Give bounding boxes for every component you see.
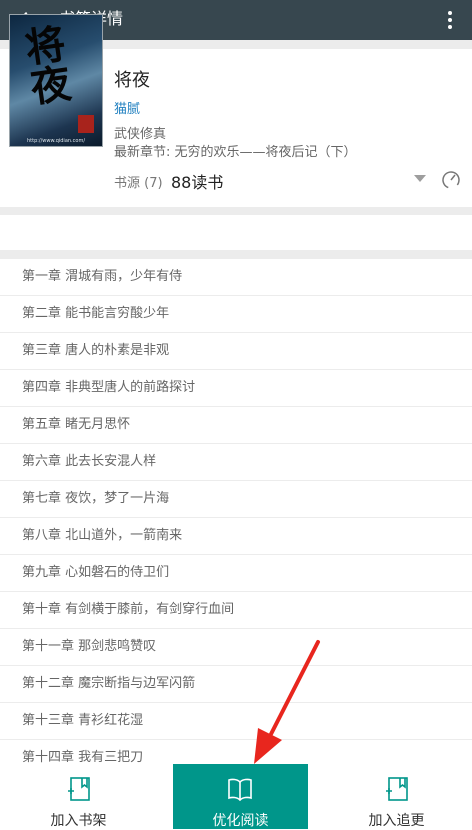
add-to-shelf-button[interactable]: 加入书架 (0, 768, 157, 829)
speed-test-icon[interactable] (441, 169, 461, 189)
bottom-action-bar: 加入书架 优化阅读 加入追更 (0, 764, 472, 829)
chapter-item[interactable]: 第六章 此去长安混人样 (0, 444, 472, 481)
book-cover[interactable]: 将夜 http://www.qidian.com/ (9, 14, 103, 147)
chapter-item[interactable]: 第八章 北山道外，一箭南来 (0, 518, 472, 555)
latest-chapter: 最新章节: 无穷的欢乐——将夜后记（下） (114, 145, 357, 160)
add-to-follow-label: 加入追更 (368, 813, 425, 829)
book-genre: 武侠修真 (114, 127, 167, 142)
bookmark-add-icon (386, 777, 408, 801)
chapter-item[interactable]: 第一章 渭城有雨，少年有侍 (0, 259, 472, 296)
chapter-item[interactable]: 第十三章 青衫红花湿 (0, 703, 472, 740)
add-to-shelf-label: 加入书架 (50, 813, 107, 829)
chapter-list: 第一章 渭城有雨，少年有侍 第二章 能书能言穷酸少年 第三章 唐人的朴素是非观 … (0, 259, 472, 777)
source-count-label: 书源 (7) (114, 176, 163, 191)
open-book-icon (228, 778, 252, 802)
chapter-item[interactable]: 第四章 非典型唐人的前路探讨 (0, 370, 472, 407)
chapter-item[interactable]: 第十一章 那剑悲鸣赞叹 (0, 629, 472, 666)
chapter-item[interactable]: 第九章 心如磐石的侍卫们 (0, 555, 472, 592)
dropdown-arrow-icon[interactable] (414, 175, 426, 182)
chapter-item[interactable]: 第七章 夜饮，梦了一片海 (0, 481, 472, 518)
more-vert-icon[interactable] (438, 8, 462, 32)
cover-seal (78, 115, 94, 133)
divider (0, 207, 472, 215)
chapter-item[interactable]: 第十章 有剑横于膝前，有剑穿行血间 (0, 592, 472, 629)
divider (0, 250, 472, 259)
cover-calligraphy: 将夜 (15, 22, 74, 108)
book-title: 将夜 (114, 70, 150, 91)
add-to-follow-button[interactable]: 加入追更 (318, 768, 472, 829)
chapter-item[interactable]: 第三章 唐人的朴素是非观 (0, 333, 472, 370)
optimized-read-label: 优化阅读 (212, 813, 269, 829)
optimized-read-button[interactable]: 优化阅读 (173, 764, 308, 829)
bookmark-add-icon (68, 777, 90, 801)
source-selector[interactable]: 88读书 (171, 169, 223, 193)
cover-url: http://www.qidian.com/ (26, 138, 86, 144)
book-author-link[interactable]: 猫腻 (114, 98, 140, 117)
chapter-item[interactable]: 第二章 能书能言穷酸少年 (0, 296, 472, 333)
chapter-item[interactable]: 第十二章 魔宗断指与边军闪箭 (0, 666, 472, 703)
chapter-item[interactable]: 第五章 睹无月思怀 (0, 407, 472, 444)
